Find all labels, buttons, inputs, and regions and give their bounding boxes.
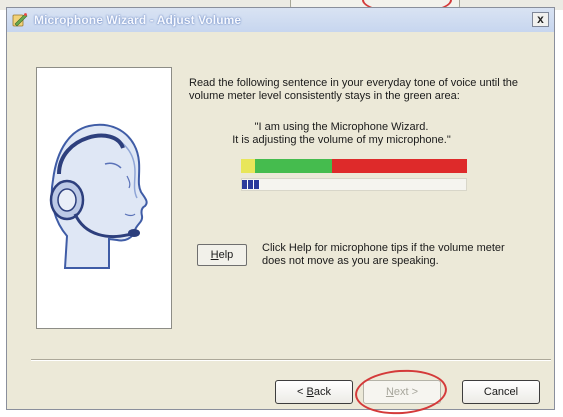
headset-user-icon bbox=[49, 123, 148, 269]
window-title: Microphone Wizard - Adjust Volume bbox=[34, 13, 242, 27]
help-button[interactable]: Help bbox=[197, 244, 247, 266]
annotation-circle-next bbox=[353, 366, 449, 417]
volume-level-meter bbox=[241, 178, 467, 191]
back-button[interactable]: < Back bbox=[275, 380, 353, 404]
close-icon: x bbox=[537, 12, 544, 26]
button-divider bbox=[31, 359, 551, 361]
close-button[interactable]: x bbox=[532, 12, 549, 27]
microphone-wizard-icon bbox=[12, 12, 28, 28]
meter-segment-red bbox=[331, 159, 467, 173]
meter-segment-yellow bbox=[241, 159, 255, 173]
microphone-wizard-dialog: Microphone Wizard - Adjust Volume x Read… bbox=[6, 7, 555, 417]
illustration-panel bbox=[36, 67, 172, 329]
test-sentence-line-1: "I am using the Microphone Wizard. bbox=[254, 121, 429, 133]
title-bar: Microphone Wizard - Adjust Volume x bbox=[7, 8, 554, 32]
help-description: Click Help for microphone tips if the vo… bbox=[262, 242, 505, 267]
cancel-button[interactable]: Cancel bbox=[462, 380, 540, 404]
volume-range-bar bbox=[241, 159, 467, 173]
test-sentence: "I am using the Microphone Wizard. It is… bbox=[189, 121, 494, 147]
test-sentence-line-2: It is adjusting the volume of my microph… bbox=[232, 134, 451, 146]
instructions-text: Read the following sentence in your ever… bbox=[189, 77, 518, 102]
wizard-content: Read the following sentence in your ever… bbox=[7, 32, 554, 417]
volume-level-fill bbox=[242, 180, 260, 189]
meter-segment-green bbox=[254, 159, 332, 173]
